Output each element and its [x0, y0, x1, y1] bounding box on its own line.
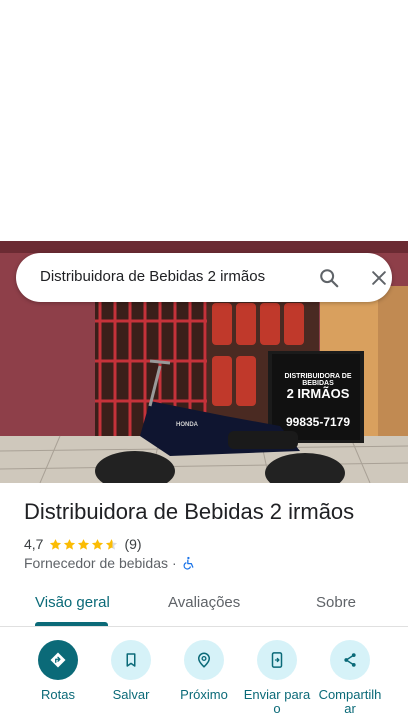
send-to-phone-icon — [271, 652, 283, 668]
search-bar[interactable]: Distribuidora de Bebidas 2 irmãos — [16, 253, 392, 302]
action-bar: Rotas Salvar Próximo Enviar para o Compa… — [0, 640, 408, 724]
tab-about[interactable]: Sobre — [316, 594, 356, 611]
search-icon[interactable] — [318, 267, 340, 289]
sign-line-2: 2 IRMÃOS — [286, 386, 350, 401]
save-button[interactable]: Salvar — [96, 640, 166, 702]
tab-overview[interactable]: Visão geral — [35, 594, 110, 611]
close-icon[interactable] — [369, 268, 389, 288]
delivery-box-sign: DISTRIBUIDORA DE BEBIDAS 2 IRMÃOS 99835-… — [272, 373, 364, 429]
star-rating — [49, 538, 118, 551]
search-input[interactable]: Distribuidora de Bebidas 2 irmãos — [40, 268, 265, 285]
place-category: Fornecedor de bebidas — [24, 555, 168, 571]
directions-label: Rotas — [41, 687, 75, 702]
nearby-icon — [197, 652, 211, 668]
nearby-label: Próximo — [180, 687, 228, 702]
share-label: Compartilhar — [318, 687, 382, 716]
star-icon — [92, 538, 104, 550]
share-button[interactable]: Compartilhar — [315, 640, 385, 716]
rating-row[interactable]: 4,7 (9) — [24, 535, 142, 553]
share-icon — [344, 653, 356, 667]
wheelchair-icon — [183, 556, 194, 570]
bike-brand: HONDA — [176, 422, 198, 428]
rating-value: 4,7 — [24, 536, 44, 552]
star-icon — [78, 538, 90, 550]
separator: · — [172, 555, 177, 571]
nearby-button[interactable]: Próximo — [169, 640, 239, 702]
send-to-phone-button[interactable]: Enviar para o — [242, 640, 312, 716]
sign-phone: 99835-7179 — [285, 415, 351, 429]
review-count: (9) — [124, 536, 142, 552]
active-tab-indicator — [35, 622, 108, 626]
directions-icon — [50, 652, 66, 668]
star-icon — [64, 538, 76, 550]
star-icon — [50, 538, 62, 550]
tab-reviews[interactable]: Avaliações — [168, 594, 240, 611]
star-half-icon — [106, 538, 118, 550]
place-tabs: Visão geral Avaliações Sobre — [0, 584, 408, 627]
category-row: Fornecedor de bebidas · — [24, 555, 196, 571]
send-to-phone-label: Enviar para o — [243, 687, 311, 716]
place-title: Distribuidora de Bebidas 2 irmãos — [24, 499, 355, 524]
bookmark-icon — [126, 653, 136, 667]
save-label: Salvar — [112, 687, 150, 702]
sign-line-1: DISTRIBUIDORA DE BEBIDAS — [284, 373, 352, 387]
directions-button[interactable]: Rotas — [23, 640, 93, 702]
